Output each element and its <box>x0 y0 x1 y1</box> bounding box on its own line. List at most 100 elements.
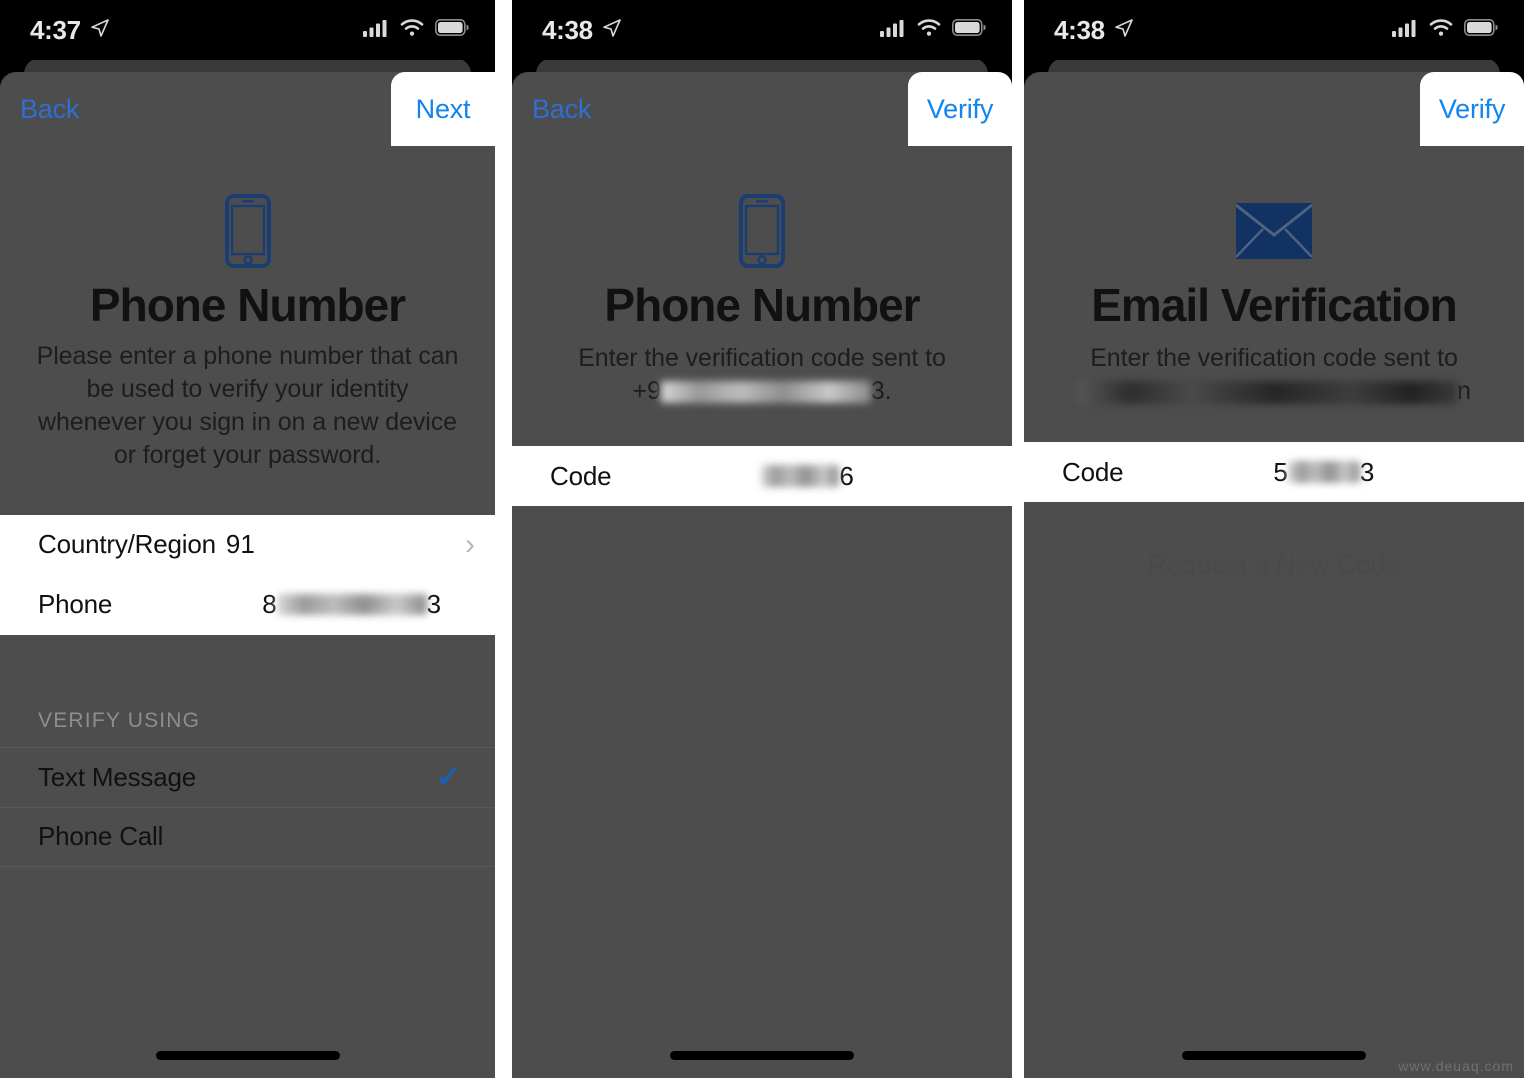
phone-panel-1: 4:37 Back Next Phone Number Please enter… <box>0 0 495 1078</box>
code-value[interactable]: 53 <box>1273 457 1374 488</box>
navigation-bar: Back Verify <box>512 72 1012 146</box>
code-value-prefix: 5 <box>1273 456 1288 487</box>
phone-panel-3: 4:38 Verify Email Verification Enter the… <box>1024 0 1524 1078</box>
page-description: Enter the verification code sent to n <box>1024 332 1524 409</box>
verify-button-highlight: Verify <box>908 72 1012 146</box>
page-description: Enter the verification code sent to +9 3. <box>512 332 1012 409</box>
cellular-signal-icon <box>1392 19 1418 42</box>
status-time: 4:38 <box>1054 14 1105 45</box>
panel-divider <box>495 0 512 1078</box>
back-button[interactable]: Back <box>512 94 591 125</box>
request-new-code-button[interactable]: Request a New Code <box>1024 502 1524 581</box>
status-bar: 4:38 <box>512 0 1012 60</box>
status-bar: 4:37 <box>0 0 495 60</box>
location-arrow-icon <box>90 18 110 43</box>
empty-area <box>512 506 1012 987</box>
battery-icon <box>435 19 469 41</box>
home-indicator[interactable] <box>670 1051 854 1060</box>
status-bar-right <box>363 18 469 42</box>
sent-to-email-redaction <box>1077 380 1458 404</box>
next-button[interactable]: Next <box>416 94 471 125</box>
smartphone-icon <box>512 188 1012 274</box>
wifi-icon <box>400 18 424 42</box>
page-description-line-2: +9 3. <box>540 375 984 408</box>
panel-2-content: Phone Number Enter the verification code… <box>512 146 1012 1078</box>
verify-option-label: Phone Call <box>38 821 164 852</box>
phone-panel-2: 4:38 Back Verify Phone Number Enter the … <box>512 0 1012 1078</box>
wifi-icon <box>1429 18 1453 42</box>
next-button-highlight: Next <box>391 72 495 146</box>
status-bar-left: 4:37 <box>30 15 110 46</box>
status-bar-right <box>1392 18 1498 42</box>
phone-value-suffix: 3 <box>426 589 442 620</box>
wifi-icon <box>917 18 941 42</box>
country-region-label: Country/Region <box>38 529 216 560</box>
verify-option-text-message[interactable]: Text Message ✓ <box>0 746 495 807</box>
hero-section: Email Verification Enter the verificatio… <box>1024 146 1524 409</box>
screenshot-board: 4:37 Back Next Phone Number Please enter… <box>0 0 1524 1078</box>
panel-divider <box>1012 0 1024 1078</box>
checkmark-icon: ✓ <box>435 760 461 794</box>
panel-1-content: Phone Number Please enter a phone number… <box>0 146 495 1078</box>
country-region-value: 91 <box>225 529 255 560</box>
status-time: 4:37 <box>30 14 81 45</box>
code-value-suffix: 6 <box>839 460 854 491</box>
code-value-redaction <box>1287 461 1360 484</box>
navigation-bar: Back Next <box>0 72 495 146</box>
status-bar-right <box>880 18 986 42</box>
page-description-line-2: n <box>1052 375 1496 408</box>
sent-to-redaction <box>660 381 871 404</box>
back-button[interactable]: Back <box>0 94 79 125</box>
hero-section: Phone Number Please enter a phone number… <box>0 146 495 473</box>
status-bar-left: 4:38 <box>542 15 622 46</box>
country-region-row[interactable]: Country/Region 91 › <box>0 515 495 575</box>
page-title: Phone Number <box>89 279 406 331</box>
hero-bottom-space <box>1024 408 1524 443</box>
page-description-line-1: Enter the verification code sent to <box>1090 343 1458 372</box>
home-indicator[interactable] <box>1182 1051 1366 1060</box>
code-value-suffix: 3 <box>1359 456 1375 487</box>
smartphone-icon <box>0 188 495 274</box>
sent-to-prefix: +9 <box>632 376 661 405</box>
page-description-line-1: Enter the verification code sent to <box>578 343 946 372</box>
verify-button[interactable]: Verify <box>927 94 994 125</box>
code-label: Code <box>1062 456 1124 487</box>
site-watermark: www.deuaq.com <box>1398 1058 1514 1074</box>
sent-to-suffix: 3. <box>870 376 892 405</box>
hero-section: Phone Number Enter the verification code… <box>512 146 1012 409</box>
code-value[interactable]: 6 <box>761 460 854 492</box>
page-description: Please enter a phone number that can be … <box>36 341 459 470</box>
cellular-signal-icon <box>363 19 389 42</box>
code-form-card: Code 53 <box>1024 442 1524 503</box>
verify-button[interactable]: Verify <box>1439 94 1506 125</box>
verify-using-list: Text Message ✓ Phone Call <box>0 746 495 867</box>
verify-option-phone-call[interactable]: Phone Call <box>0 806 495 867</box>
battery-icon <box>952 19 986 41</box>
hero-bottom-space <box>512 408 1012 447</box>
cellular-signal-icon <box>880 19 906 42</box>
code-value-redaction <box>761 465 840 488</box>
verify-using-header: VERIFY USING <box>0 686 495 747</box>
code-row[interactable]: Code 53 <box>1024 442 1524 502</box>
envelope-icon <box>1024 188 1524 274</box>
code-form-card: Code 6 <box>512 446 1012 507</box>
navigation-bar: Verify <box>1024 72 1524 146</box>
verify-button-highlight: Verify <box>1420 72 1524 146</box>
status-bar: 4:38 <box>1024 0 1524 60</box>
phone-value-prefix: 8 <box>262 589 277 620</box>
panel-3-content: Email Verification Enter the verificatio… <box>1024 146 1524 1078</box>
location-arrow-icon <box>1114 18 1134 43</box>
sent-to-suffix: n <box>1457 376 1471 405</box>
chevron-right-icon: › <box>465 527 475 561</box>
phone-row[interactable]: Phone 83 <box>0 575 495 635</box>
phone-label: Phone <box>38 589 113 620</box>
section-gap <box>0 634 495 687</box>
page-title: Phone Number <box>604 279 920 331</box>
page-title: Email Verification <box>1091 279 1457 331</box>
home-indicator[interactable] <box>155 1051 340 1060</box>
phone-value[interactable]: 83 <box>262 589 441 620</box>
status-bar-left: 4:38 <box>1054 15 1134 46</box>
phone-form-card: Country/Region 91 › Phone 83 <box>0 514 495 635</box>
code-row[interactable]: Code 6 <box>512 446 1012 506</box>
status-time: 4:38 <box>542 14 593 45</box>
